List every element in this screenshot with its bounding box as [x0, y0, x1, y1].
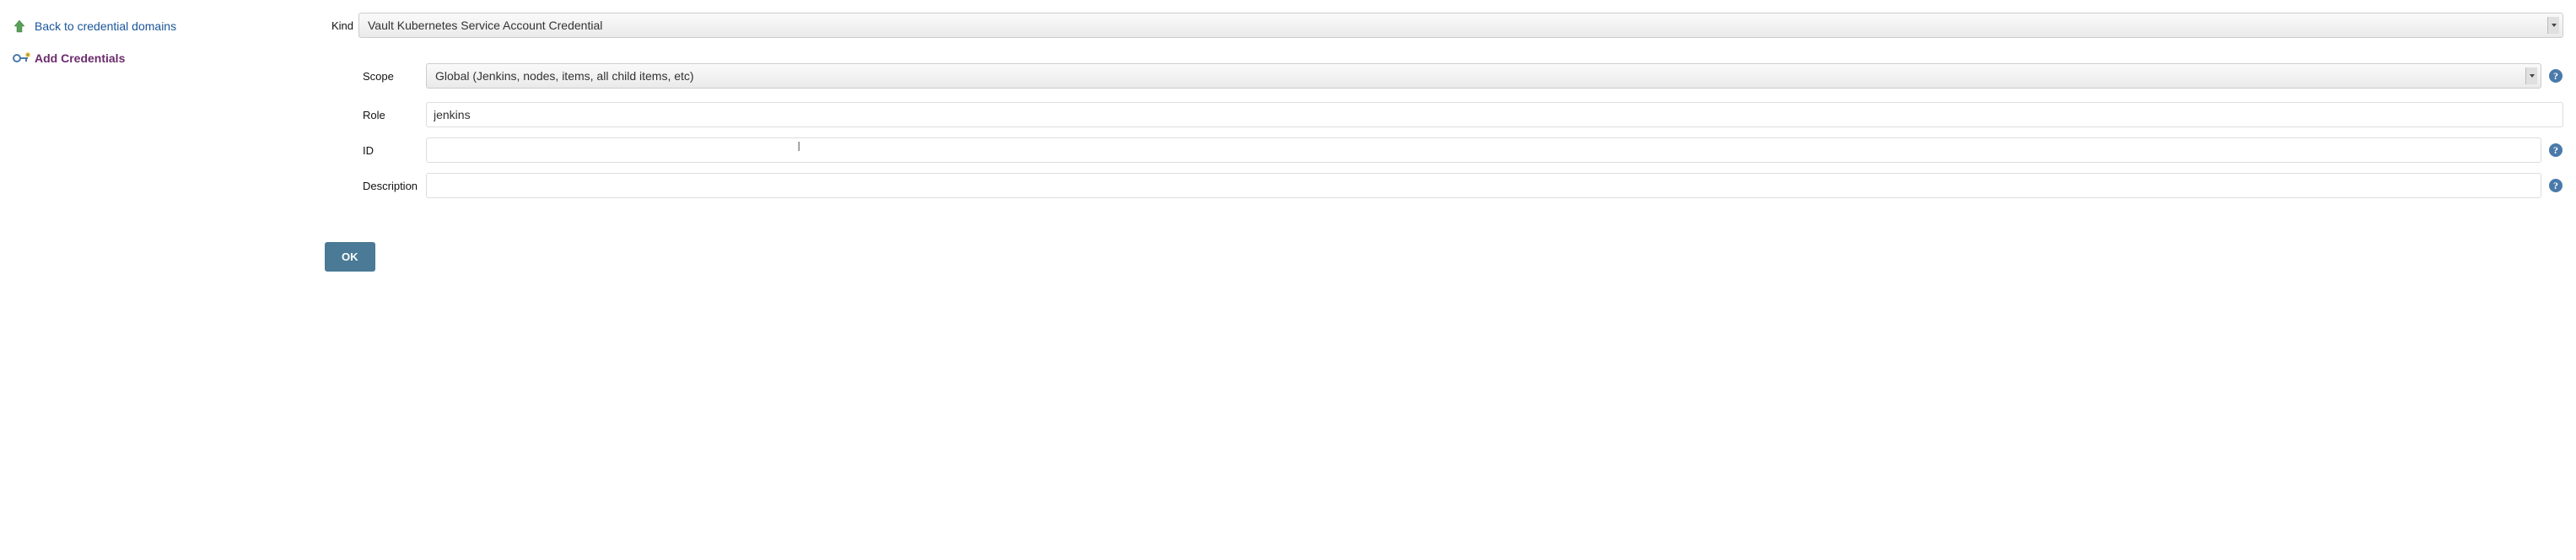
role-label: Role: [325, 102, 426, 121]
description-input[interactable]: [426, 173, 2541, 198]
add-credentials-link[interactable]: Add Credentials: [13, 45, 325, 72]
ok-button[interactable]: OK: [325, 242, 375, 272]
description-label: Description: [325, 173, 426, 192]
sidebar: Back to credential domains Add Credentia…: [0, 13, 325, 272]
scope-value: Global (Jenkins, nodes, items, all child…: [435, 69, 694, 83]
back-to-domains-link[interactable]: Back to credential domains: [13, 13, 325, 40]
kind-label: Kind: [325, 13, 358, 32]
add-link-label: Add Credentials: [35, 51, 125, 65]
scope-select[interactable]: Global (Jenkins, nodes, items, all child…: [426, 63, 2541, 89]
svg-text:?: ?: [2553, 70, 2558, 82]
id-row: ID I ?: [325, 137, 2563, 163]
role-input[interactable]: [426, 102, 2563, 127]
chevron-down-icon: [2525, 67, 2537, 84]
kind-row: Kind Vault Kubernetes Service Account Cr…: [325, 13, 2563, 38]
id-label: ID: [325, 137, 426, 157]
up-arrow-icon: [13, 18, 35, 35]
help-icon[interactable]: ?: [2548, 178, 2563, 193]
main-form: Kind Vault Kubernetes Service Account Cr…: [325, 13, 2576, 272]
help-icon[interactable]: ?: [2548, 68, 2563, 83]
key-add-icon: [13, 50, 35, 67]
role-row: Role: [325, 102, 2563, 127]
svg-text:?: ?: [2553, 144, 2558, 156]
description-row: Description ?: [325, 173, 2563, 198]
help-icon[interactable]: ?: [2548, 143, 2563, 158]
svg-text:?: ?: [2553, 180, 2558, 191]
id-input[interactable]: [426, 137, 2541, 163]
chevron-down-icon: [2547, 17, 2559, 34]
kind-select[interactable]: Vault Kubernetes Service Account Credent…: [358, 13, 2563, 38]
kind-value: Vault Kubernetes Service Account Credent…: [368, 19, 602, 32]
scope-label: Scope: [325, 63, 426, 83]
back-link-label: Back to credential domains: [35, 19, 176, 33]
scope-row: Scope Global (Jenkins, nodes, items, all…: [325, 63, 2563, 89]
